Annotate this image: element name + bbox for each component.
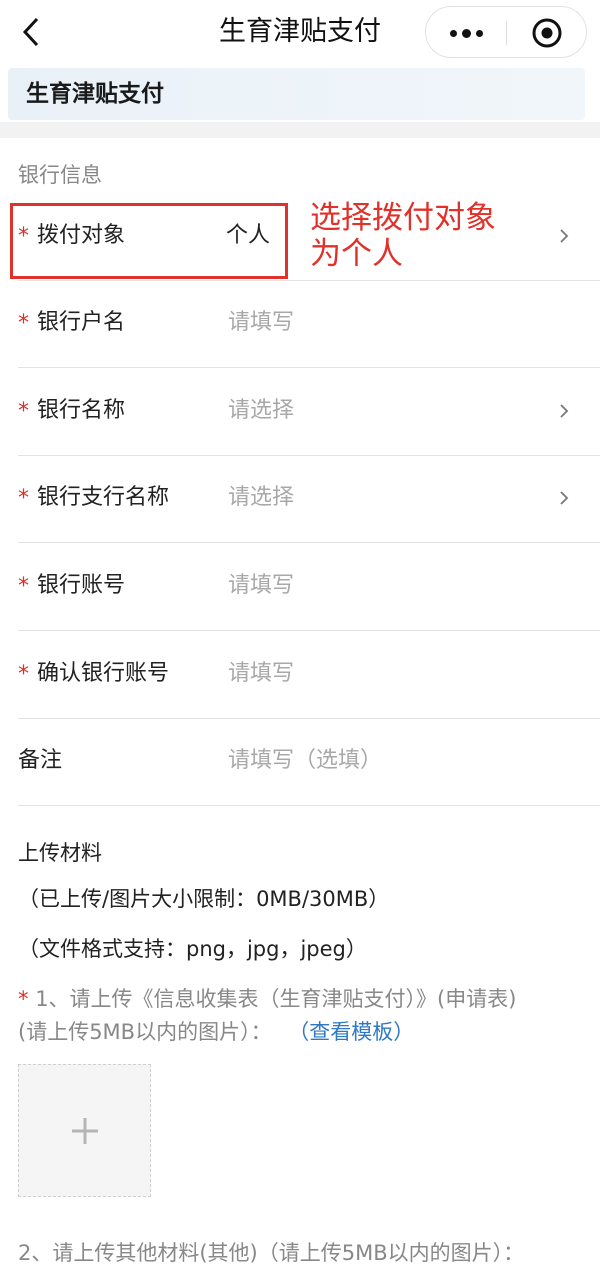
row-divider [18, 805, 600, 806]
form-row-confirm-account[interactable]: * 确认银行账号 请填写 [18, 632, 600, 719]
chevron-right-icon [560, 404, 569, 418]
required-mark: * [18, 399, 29, 424]
field-input[interactable]: 请填写（选填） [228, 746, 382, 776]
nav-bar: 生育津贴支付 [0, 0, 600, 64]
upload-item-2-title: 2、请上传其他材料(其他)（请上传5MB以内的图片）： [18, 1241, 525, 1265]
required-mark: * [18, 486, 29, 511]
upload-formats: （文件格式支持：png，jpg，jpeg） [18, 937, 367, 961]
add-image-button[interactable] [18, 1064, 151, 1197]
view-template-link[interactable]: （查看模板） [288, 1020, 414, 1044]
required-mark: * [18, 662, 29, 687]
annotation-highlight-box [10, 203, 288, 279]
field-input[interactable]: 请填写 [228, 571, 294, 601]
form-row-account-name[interactable]: * 银行户名 请填写 [18, 281, 600, 368]
close-button[interactable] [507, 7, 587, 59]
form-row-branch-name[interactable]: * 银行支行名称 请选择 [18, 456, 600, 543]
row-divider [18, 542, 600, 543]
annotation-line: 为个人 [310, 236, 403, 272]
field-input[interactable]: 请填写 [228, 659, 294, 689]
upload-item-1-text: 1、请上传《信息收集表（生育津贴支付）》(申请表) [35, 987, 517, 1011]
bank-section-title: 银行信息 [18, 163, 102, 187]
form-row-bank-name[interactable]: * 银行名称 请选择 [18, 369, 600, 456]
field-label: 备注 [18, 748, 63, 773]
annotation-line: 选择拨付对象 [310, 200, 496, 236]
field-input[interactable]: 请填写 [228, 308, 294, 338]
banner-title: 生育津贴支付 [26, 81, 164, 107]
field-select[interactable]: 请选择 [228, 483, 294, 513]
plus-icon [71, 1117, 98, 1144]
annotation-text: 选择拨付对象 为个人 [310, 200, 496, 272]
form-row-account-number[interactable]: * 银行账号 请填写 [18, 544, 600, 631]
row-divider [18, 367, 600, 368]
field-label: 银行支行名称 [37, 485, 170, 510]
required-mark: * [18, 311, 29, 336]
field-label: 确认银行账号 [37, 661, 170, 686]
field-label: 银行账号 [37, 573, 126, 598]
upload-item-1-limit: (请上传5MB以内的图片）： [18, 1020, 272, 1044]
upload-size-limit: （已上传/图片大小限制：0MB/30MB） [18, 887, 390, 911]
divider-band [0, 122, 600, 138]
field-label: 银行名称 [37, 398, 126, 423]
upload-item-1-title: * 1、请上传《信息收集表（生育津贴支付）》(申请表) [18, 984, 516, 1014]
chevron-right-icon [560, 229, 569, 243]
field-select[interactable]: 请选择 [228, 396, 294, 426]
field-label: 银行户名 [37, 310, 126, 335]
row-divider [18, 630, 600, 631]
chevron-right-icon [560, 491, 569, 505]
required-mark: * [18, 987, 29, 1011]
upload-section-title: 上传材料 [18, 841, 102, 865]
more-button[interactable] [426, 7, 506, 59]
target-close-icon [532, 18, 562, 48]
required-mark: * [18, 574, 29, 599]
mini-program-capsule [425, 6, 587, 58]
more-dots-icon [449, 28, 483, 38]
section-banner: 生育津贴支付 [8, 68, 585, 120]
upload-item-1-subtitle: (请上传5MB以内的图片）： （查看模板） [18, 1017, 414, 1047]
form-row-remark[interactable]: 备注 请填写（选填） [18, 719, 600, 806]
